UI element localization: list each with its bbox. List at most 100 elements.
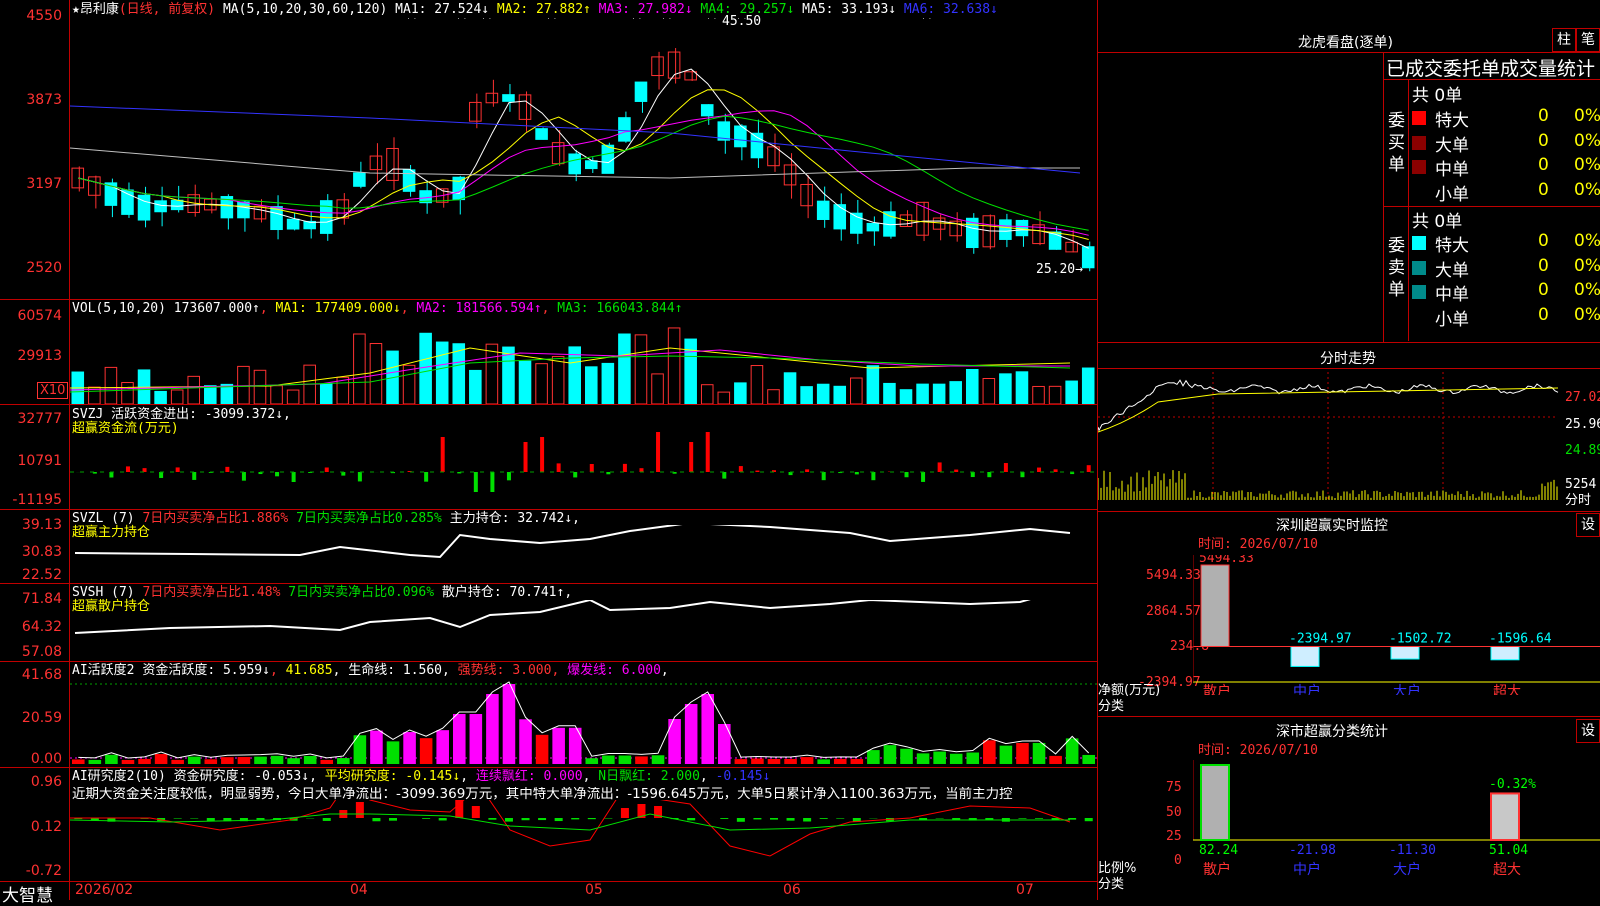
activity-bar [205, 759, 218, 764]
candle [503, 95, 515, 102]
volume-bar [950, 382, 962, 404]
candle [817, 201, 829, 219]
price-chart[interactable]: ****************** [70, 18, 1097, 298]
ai1-y-label: 41.68 [0, 667, 62, 683]
ma-params: MA(5,10,20,30,60,120) [223, 2, 387, 17]
research-bar [720, 818, 728, 819]
chart-mode: (日线, 前复权) [119, 2, 215, 17]
main-chart-area[interactable]: ★昂利康(日线, 前复权) MA(5,10,20,30,60,120) MA1:… [0, 0, 1098, 882]
candle [569, 154, 581, 174]
vol-legend: VOL(5,10,20) 173607.000↑, MA1: 177409.00… [72, 301, 683, 316]
volume-bar [1066, 381, 1078, 404]
volume-bar [751, 366, 763, 404]
candle [89, 177, 101, 195]
ai2-res: 资金研究度: -0.053↓ [174, 769, 309, 784]
sz-time: 时间: 2026/07/10 [1198, 537, 1318, 552]
research-bar [439, 818, 447, 820]
flow-bar [855, 472, 859, 474]
category-label: 散户 [1203, 683, 1231, 695]
category-label: 超大 [1493, 684, 1521, 695]
candle [254, 206, 266, 219]
svzl-hold: 主力持仓: 32.742↓, [450, 511, 580, 526]
row-pct: 0% [1574, 305, 1600, 325]
volume-bar [668, 328, 680, 404]
research-bar [737, 818, 745, 822]
research-bar [356, 802, 364, 818]
legend-swatch [1412, 111, 1426, 125]
divider [1383, 79, 1600, 80]
research-bar [472, 806, 480, 818]
star-marker: ** [920, 18, 933, 25]
research-bar [256, 818, 264, 820]
volume-bar [155, 391, 167, 404]
activity-bar [320, 760, 333, 764]
flow-bar [176, 467, 180, 472]
candle [337, 200, 349, 218]
svsh-y-label: 71.84 [0, 591, 62, 607]
volume-bar [701, 385, 713, 404]
flow-bar [871, 472, 875, 480]
volume-bar [486, 344, 498, 404]
row-value: 0 [1538, 231, 1549, 251]
ma5-value: MA5: 33.193↓ [802, 2, 896, 17]
flow-bar [441, 437, 445, 472]
category-bar [1491, 646, 1519, 659]
candle [1082, 247, 1094, 268]
pane-divider [0, 583, 1098, 584]
vol-x10-badge[interactable]: X10 [37, 382, 68, 399]
svzj-y-label: 10791 [0, 453, 62, 469]
fs-vol-label: 5254 [1565, 477, 1596, 492]
sz-title: 深圳超赢实时监控 [1276, 515, 1388, 535]
activity-bar [304, 756, 317, 764]
activity-bar [834, 759, 847, 764]
ai2-chart [70, 800, 1097, 880]
flow-bar [341, 472, 345, 476]
sz-y-title: 净额(万元) [1098, 683, 1160, 698]
candle [519, 95, 531, 119]
activity-bar [403, 732, 416, 764]
pane-divider [0, 767, 1098, 768]
intraday-chart[interactable] [1098, 372, 1563, 507]
volume-bar [370, 344, 382, 404]
flow-bar [921, 472, 925, 482]
star-marker: ** [630, 18, 643, 25]
flow-bar [573, 472, 577, 477]
activity-bar [851, 759, 864, 764]
brand-logo[interactable]: 大智慧 [2, 881, 53, 906]
row-name: 大单 [1435, 131, 1469, 156]
flow-bar [325, 468, 329, 472]
svsh-legend: SVSH (7) 7日内买卖净占比1.48% 7日内买卖净占比0.096% 散户… [72, 585, 572, 600]
flow-bar [540, 437, 544, 472]
bar-value: -1502.72 [1389, 631, 1452, 646]
flow-bar [905, 472, 909, 477]
candle [155, 201, 167, 212]
pane-divider [0, 404, 1098, 405]
pane-divider [0, 299, 1098, 300]
flow-bar [275, 472, 279, 476]
sz-settings-button[interactable]: 设 [1576, 513, 1600, 537]
svzl-legend: SVZL (7) 7日内买卖净占比1.886% 7日内买卖净占比0.285% 主… [72, 511, 580, 526]
column-view-button[interactable]: 柱 [1552, 28, 1576, 52]
flow-bar [474, 472, 478, 492]
flow-bar [739, 466, 743, 472]
activity-bar [470, 714, 483, 764]
vol-value: 173607.000↑ [174, 301, 260, 316]
star-marker: ** [735, 18, 748, 25]
flow-bar [507, 472, 511, 480]
activity-bar [337, 758, 350, 764]
research-bar [488, 818, 496, 820]
activity-line [78, 682, 1088, 758]
flow-bar [424, 472, 428, 482]
activity-bar [72, 759, 85, 764]
fs-label: 分时 [1565, 493, 1591, 508]
row-value: 0 [1538, 180, 1549, 200]
volume-bar [784, 373, 796, 404]
volume-bar [1082, 368, 1094, 404]
tick-view-button[interactable]: 笔 [1576, 28, 1600, 52]
lhb-title: 龙虎看盘(逐单) [1298, 32, 1393, 52]
volume-bar [171, 390, 183, 404]
cls-settings-button[interactable]: 设 [1576, 719, 1600, 743]
research-bar [803, 818, 811, 821]
activity-bar [254, 757, 267, 764]
volume-bar [851, 378, 863, 404]
